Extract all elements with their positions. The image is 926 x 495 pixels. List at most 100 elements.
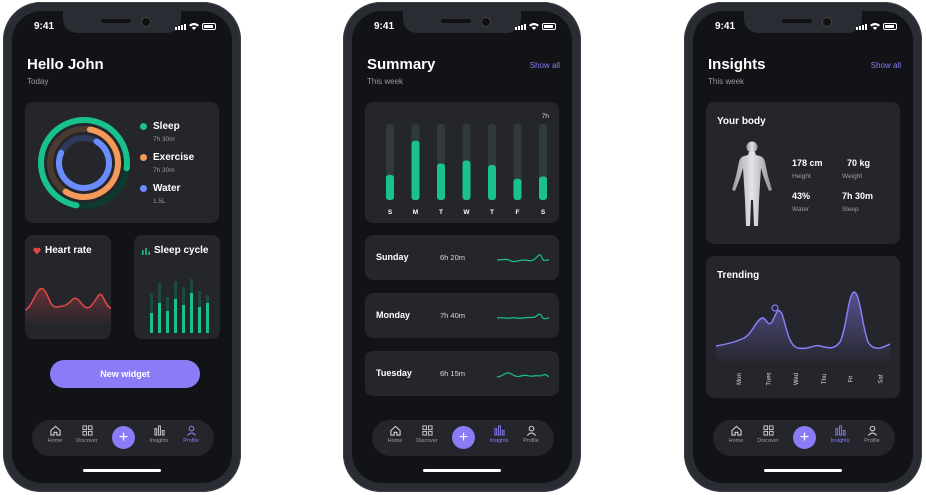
day-name: Sunday xyxy=(376,252,409,262)
stat-sleep-label: Sleep xyxy=(842,206,859,213)
wifi-icon xyxy=(870,23,880,30)
signal-icon xyxy=(515,24,526,30)
heart-rate-title: Heart rate xyxy=(33,245,92,256)
trending-x-axis: Mon Tues Wed Thu Fri Sat xyxy=(706,366,900,390)
sleep-cycle-graph xyxy=(150,279,209,333)
tab-bar: Home Discover + Insights Profile xyxy=(713,420,895,456)
x-tick-label: M xyxy=(413,209,418,216)
add-button[interactable]: + xyxy=(452,426,475,449)
new-widget-button[interactable]: New widget xyxy=(50,360,200,388)
tab-insights[interactable]: Insights xyxy=(827,425,853,444)
your-body-card[interactable]: Your body 178 cm Height 70 kg Weight 43%… xyxy=(706,102,900,244)
stat-weight-label: Weight xyxy=(842,173,863,180)
status-time: 9:41 xyxy=(715,21,736,32)
stat-height-label: Height xyxy=(792,173,811,180)
x-tick-label: Fri xyxy=(848,375,855,383)
x-tick-label: Sat xyxy=(878,374,885,384)
page-title: Insights xyxy=(708,56,766,73)
stat-sleep-value: 7h 30m xyxy=(842,191,874,201)
page-title: Hello John xyxy=(27,56,104,73)
bar-chart-icon xyxy=(142,247,150,255)
page-subtitle: This week xyxy=(708,77,745,86)
activity-rings-chart xyxy=(38,117,130,209)
trending-title: Trending xyxy=(717,270,760,281)
heart-rate-graph xyxy=(25,287,111,325)
x-tick-label: S xyxy=(541,209,546,216)
tab-insights[interactable]: Insights xyxy=(486,425,512,444)
home-icon xyxy=(49,425,61,436)
insights-icon xyxy=(153,425,165,436)
day-sparkline xyxy=(497,372,549,378)
status-icons xyxy=(515,22,556,30)
wifi-icon xyxy=(529,23,539,30)
status-time: 9:41 xyxy=(374,21,395,32)
tab-profile[interactable]: Profile xyxy=(518,425,544,444)
discover-icon xyxy=(762,425,774,436)
page-subtitle: This week xyxy=(367,77,404,86)
tab-home[interactable]: Home xyxy=(382,425,408,444)
insights-screen: 9:41 Insights This week Show all Your bo… xyxy=(693,11,913,483)
day-duration: 7h 40m xyxy=(440,311,466,320)
phone-summary: 9:41 Summary This week Show all 7h SMTWT… xyxy=(343,2,581,492)
profile-icon xyxy=(186,425,196,436)
notch xyxy=(63,11,181,33)
activity-card[interactable]: Sleep 7h 30m Exercise 7h 30m Water 1.5L xyxy=(25,102,219,223)
insights-icon xyxy=(834,425,846,436)
x-tick-label: S xyxy=(388,209,393,216)
tab-home[interactable]: Home xyxy=(723,425,749,444)
stat-weight-value: 70 kg xyxy=(847,158,871,168)
bar xyxy=(386,174,394,200)
add-button[interactable]: + xyxy=(112,426,135,449)
day-duration: 6h 15m xyxy=(440,369,466,378)
tab-profile[interactable]: Profile xyxy=(859,425,885,444)
profile-icon xyxy=(867,425,877,436)
legend-exercise-value: 7h 30m xyxy=(153,167,175,174)
add-button[interactable]: + xyxy=(793,426,816,449)
day-sparkline xyxy=(497,254,549,263)
bar xyxy=(411,140,420,200)
day-row[interactable]: Sunday 6h 20m xyxy=(365,235,559,280)
legend-sleep: Sleep xyxy=(140,121,180,132)
trending-line-chart xyxy=(715,291,891,364)
tab-discover[interactable]: Discover xyxy=(414,425,440,444)
x-tick-label: T xyxy=(439,209,443,216)
legend-exercise: Exercise xyxy=(140,152,194,163)
battery-icon xyxy=(883,23,897,30)
x-tick-label: Wed xyxy=(794,372,801,386)
summary-screen: 9:41 Summary This week Show all 7h SMTWT… xyxy=(352,11,572,483)
status-time: 9:41 xyxy=(34,21,55,32)
weekly-sleep-bar-chart: SMTWTFS xyxy=(386,124,547,216)
x-tick-label: Tues xyxy=(766,372,773,386)
tab-bar: Home Discover + Insights Profile xyxy=(32,420,214,456)
weekly-sleep-card[interactable]: 7h SMTWTFS xyxy=(365,102,559,223)
tab-home[interactable]: Home xyxy=(42,425,68,444)
tab-discover[interactable]: Discover xyxy=(755,425,781,444)
bar xyxy=(437,163,445,200)
battery-icon xyxy=(202,23,216,30)
legend-sleep-value: 7h 30m xyxy=(153,136,175,143)
page-subtitle: Today xyxy=(27,77,49,86)
day-sparkline xyxy=(497,313,549,320)
show-all-link[interactable]: Show all xyxy=(871,61,901,70)
day-row[interactable]: Tuesday 6h 15m xyxy=(365,351,559,396)
stat-water-value: 43% xyxy=(792,191,811,201)
sleep-cycle-card[interactable]: Sleep cycle xyxy=(134,235,220,339)
bar xyxy=(539,176,547,200)
insights-icon xyxy=(493,425,505,436)
tab-discover[interactable]: Discover xyxy=(74,425,100,444)
heart-rate-card[interactable]: Heart rate xyxy=(25,235,111,339)
phone-insights: 9:41 Insights This week Show all Your bo… xyxy=(684,2,922,492)
day-row[interactable]: Monday 7h 40m xyxy=(365,293,559,338)
day-name: Monday xyxy=(376,310,411,320)
tab-insights[interactable]: Insights xyxy=(146,425,172,444)
tab-profile[interactable]: Profile xyxy=(178,425,204,444)
home-indicator xyxy=(423,469,501,472)
phone-home: 9:41 Hello John Today Sleep 7h 30m Exerc… xyxy=(3,2,241,492)
bar xyxy=(462,160,471,200)
stat-water-label: Water xyxy=(792,206,810,213)
trending-card[interactable]: Trending Mon Tues Wed Thu Fri Sat xyxy=(706,256,900,398)
tab-bar: Home Discover + Insights Profile xyxy=(372,420,554,456)
home-indicator xyxy=(764,469,842,472)
show-all-link[interactable]: Show all xyxy=(530,61,560,70)
day-name: Tuesday xyxy=(376,368,412,378)
